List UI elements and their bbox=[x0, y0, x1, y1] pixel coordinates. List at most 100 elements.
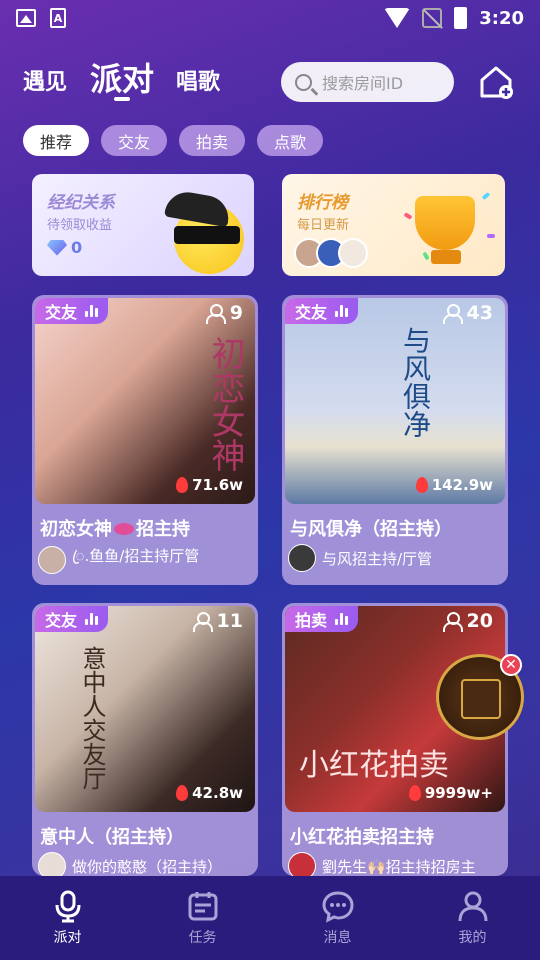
flame-icon bbox=[415, 477, 428, 493]
rank-banner-subtitle: 每日更新 bbox=[297, 218, 350, 233]
header: 遇见 派对 唱歌 搜索房间ID bbox=[0, 48, 540, 118]
room-card[interactable]: 交友 11 意中人交友厅 42.8w 意中人（招主持） 做你的憨憨（招主持） bbox=[32, 603, 258, 876]
no-signal-icon bbox=[422, 8, 443, 28]
viewer-count-value: 43 bbox=[466, 302, 493, 324]
live-bars-icon bbox=[335, 305, 349, 317]
flame-icon bbox=[176, 785, 189, 801]
person-icon bbox=[192, 612, 213, 632]
room-title: 与风俱净（招主持） bbox=[290, 519, 452, 540]
room-cover-image: 交友 11 意中人交友厅 42.8w bbox=[35, 606, 255, 812]
category-chips: 推荐 交友 拍卖 点歌 bbox=[23, 125, 324, 156]
room-title-part: 初恋女神 bbox=[40, 519, 112, 540]
host-name: ꦿ.鱼鱼/招主持厅管 bbox=[72, 547, 200, 565]
room-tag-label: 拍卖 bbox=[295, 611, 328, 630]
tab-sing[interactable]: 唱歌 bbox=[176, 64, 220, 96]
chip-recommend[interactable]: 推荐 bbox=[23, 125, 90, 156]
lips-icon bbox=[114, 523, 134, 535]
nav-tasks[interactable]: 任务 bbox=[135, 876, 270, 960]
cover-caption: 初恋女神 bbox=[205, 336, 245, 472]
tab-party[interactable]: 派对 bbox=[90, 54, 154, 100]
ranking-banner[interactable]: 排行榜 每日更新 bbox=[282, 174, 505, 276]
agent-banner-subtitle: 待领取收益 bbox=[47, 218, 113, 233]
top-rank-avatars bbox=[294, 238, 368, 268]
cover-caption: 与风俱净 bbox=[399, 326, 432, 438]
live-bars-icon bbox=[335, 613, 349, 625]
search-input[interactable]: 搜索房间ID bbox=[281, 62, 454, 102]
room-tag-label: 交友 bbox=[45, 303, 78, 322]
mascot-hat bbox=[164, 188, 232, 228]
heat-count: 42.8w bbox=[176, 784, 243, 802]
mascot-sunglasses bbox=[174, 226, 240, 244]
nav-label: 我的 bbox=[458, 930, 487, 946]
room-tag: 交友 bbox=[285, 298, 359, 324]
calendar-icon bbox=[188, 892, 217, 921]
rank-banner-title: 排行榜 bbox=[297, 193, 348, 213]
flame-icon bbox=[408, 785, 421, 801]
nav-party[interactable]: 派对 bbox=[0, 876, 135, 960]
viewer-count: 20 bbox=[442, 610, 493, 632]
cover-caption: 意中人交友厅 bbox=[78, 646, 106, 790]
viewer-count: 43 bbox=[442, 302, 493, 324]
chip-auction[interactable]: 拍卖 bbox=[179, 125, 246, 156]
heat-count: 9999w+ bbox=[408, 784, 493, 802]
confetti bbox=[481, 191, 491, 201]
chip-friends[interactable]: 交友 bbox=[101, 125, 168, 156]
laurel-icon bbox=[461, 679, 501, 719]
person-icon bbox=[458, 891, 487, 922]
nav-profile[interactable]: 我的 bbox=[405, 876, 540, 960]
nav-messages[interactable]: 消息 bbox=[270, 876, 405, 960]
agent-relation-banner[interactable]: 经纪关系 待领取收益 0 bbox=[32, 174, 254, 276]
host-avatar bbox=[288, 852, 316, 876]
heat-value: 42.8w bbox=[192, 784, 243, 802]
nav-label: 任务 bbox=[188, 930, 217, 946]
room-tag: 拍卖 bbox=[285, 606, 359, 632]
diamond-icon bbox=[47, 239, 67, 256]
confetti bbox=[403, 212, 413, 220]
room-card[interactable]: 交友 9 初恋女神 71.6w 初恋女神 招主持 ꦿ.鱼鱼/招主持厅管 bbox=[32, 295, 258, 585]
avatar bbox=[338, 238, 368, 268]
room-card[interactable]: 交友 43 与风俱净 142.9w 与风俱净（招主持） 与风招主持/厅管 bbox=[282, 295, 508, 585]
wifi-icon bbox=[384, 8, 411, 28]
host-name: 做你的憨憨（招主持） bbox=[72, 857, 223, 876]
earnings: 0 bbox=[47, 238, 82, 257]
room-title: 意中人（招主持） bbox=[40, 827, 184, 848]
trophy-icon bbox=[415, 196, 475, 250]
bottom-nav: 派对 任务 消息 我的 bbox=[0, 876, 540, 960]
viewer-count-value: 9 bbox=[229, 302, 243, 324]
person-icon bbox=[442, 304, 463, 324]
search-placeholder: 搜索房间ID bbox=[322, 74, 404, 93]
room-host: 做你的憨憨（招主持） bbox=[38, 852, 222, 876]
battery-icon bbox=[454, 7, 468, 29]
search-icon bbox=[295, 73, 312, 91]
room-host: ꦿ.鱼鱼/招主持厅管 bbox=[38, 544, 199, 575]
room-title: 初恋女神 招主持 bbox=[40, 515, 190, 541]
room-cover-image: 交友 9 初恋女神 71.6w bbox=[35, 298, 255, 504]
room-title-part: 招主持 bbox=[136, 519, 190, 540]
room-tag-label: 交友 bbox=[295, 303, 328, 322]
host-avatar bbox=[38, 852, 66, 876]
host-avatar bbox=[38, 545, 66, 574]
host-name: 与风招主持/厅管 bbox=[322, 549, 433, 568]
viewer-count-value: 20 bbox=[466, 610, 493, 632]
app-notification-icon: A bbox=[50, 8, 66, 28]
create-room-icon[interactable] bbox=[478, 64, 514, 100]
agent-banner-title: 经纪关系 bbox=[47, 193, 115, 213]
chip-song-request[interactable]: 点歌 bbox=[257, 125, 324, 156]
heat-value: 142.9w bbox=[431, 476, 493, 494]
confetti bbox=[487, 234, 495, 238]
earnings-amount: 0 bbox=[71, 238, 83, 257]
room-cover-image: 交友 43 与风俱净 142.9w bbox=[285, 298, 505, 504]
room-tag-label: 交友 bbox=[45, 611, 78, 630]
close-icon[interactable]: ✕ bbox=[500, 654, 522, 676]
confetti bbox=[422, 251, 430, 261]
active-tab-indicator bbox=[114, 97, 130, 101]
viewer-count: 11 bbox=[192, 610, 243, 632]
room-tag: 交友 bbox=[35, 606, 109, 632]
nav-label: 消息 bbox=[323, 930, 352, 946]
person-icon bbox=[205, 304, 226, 324]
cover-caption: 小红花拍卖 bbox=[299, 748, 449, 783]
tab-meet[interactable]: 遇见 bbox=[23, 64, 67, 96]
person-icon bbox=[442, 612, 463, 632]
heat-count: 71.6w bbox=[176, 476, 243, 494]
trophy-base bbox=[431, 250, 461, 264]
